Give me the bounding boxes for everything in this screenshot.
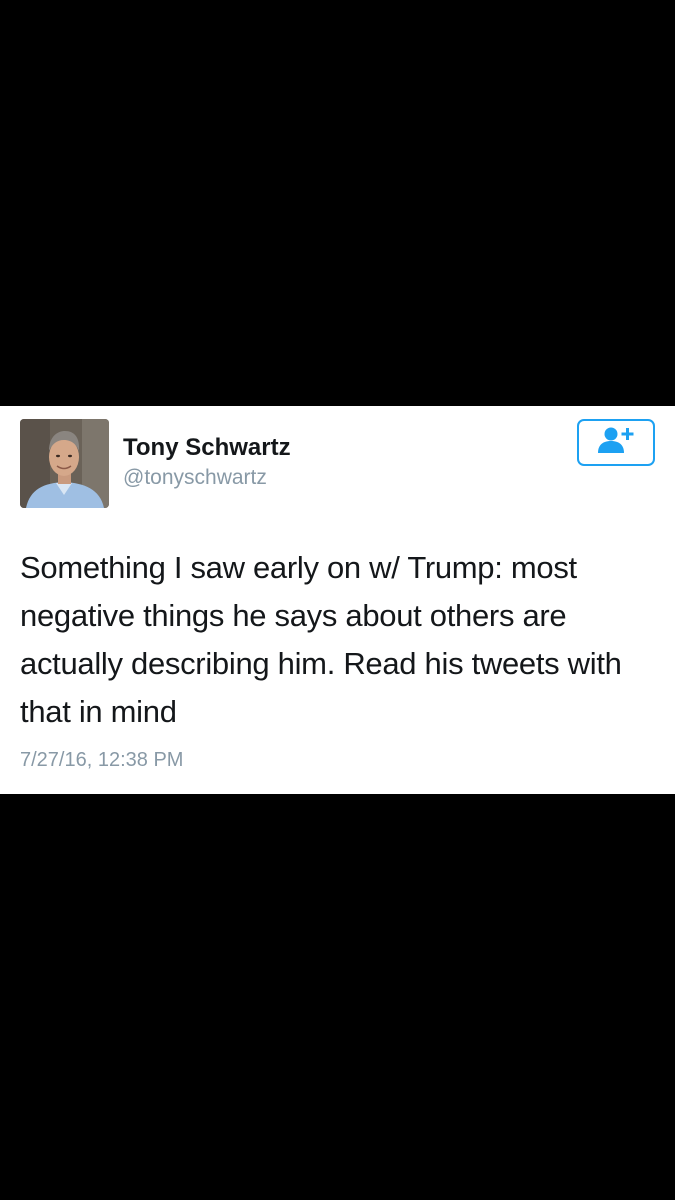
follow-button[interactable] bbox=[577, 419, 655, 466]
timestamp[interactable]: 7/27/16, 12:38 PM bbox=[20, 749, 183, 772]
author-handle[interactable]: @tonyschwartz bbox=[123, 466, 267, 490]
avatar[interactable] bbox=[20, 419, 109, 508]
add-user-icon bbox=[596, 426, 636, 459]
author-name[interactable]: Tony Schwartz bbox=[123, 434, 291, 462]
tweet-card[interactable]: Tony Schwartz @tonyschwartz Something I … bbox=[0, 406, 675, 794]
tweet-text: Something I saw early on w/ Trump: most … bbox=[20, 550, 622, 729]
screen: Tony Schwartz @tonyschwartz Something I … bbox=[0, 0, 675, 1200]
